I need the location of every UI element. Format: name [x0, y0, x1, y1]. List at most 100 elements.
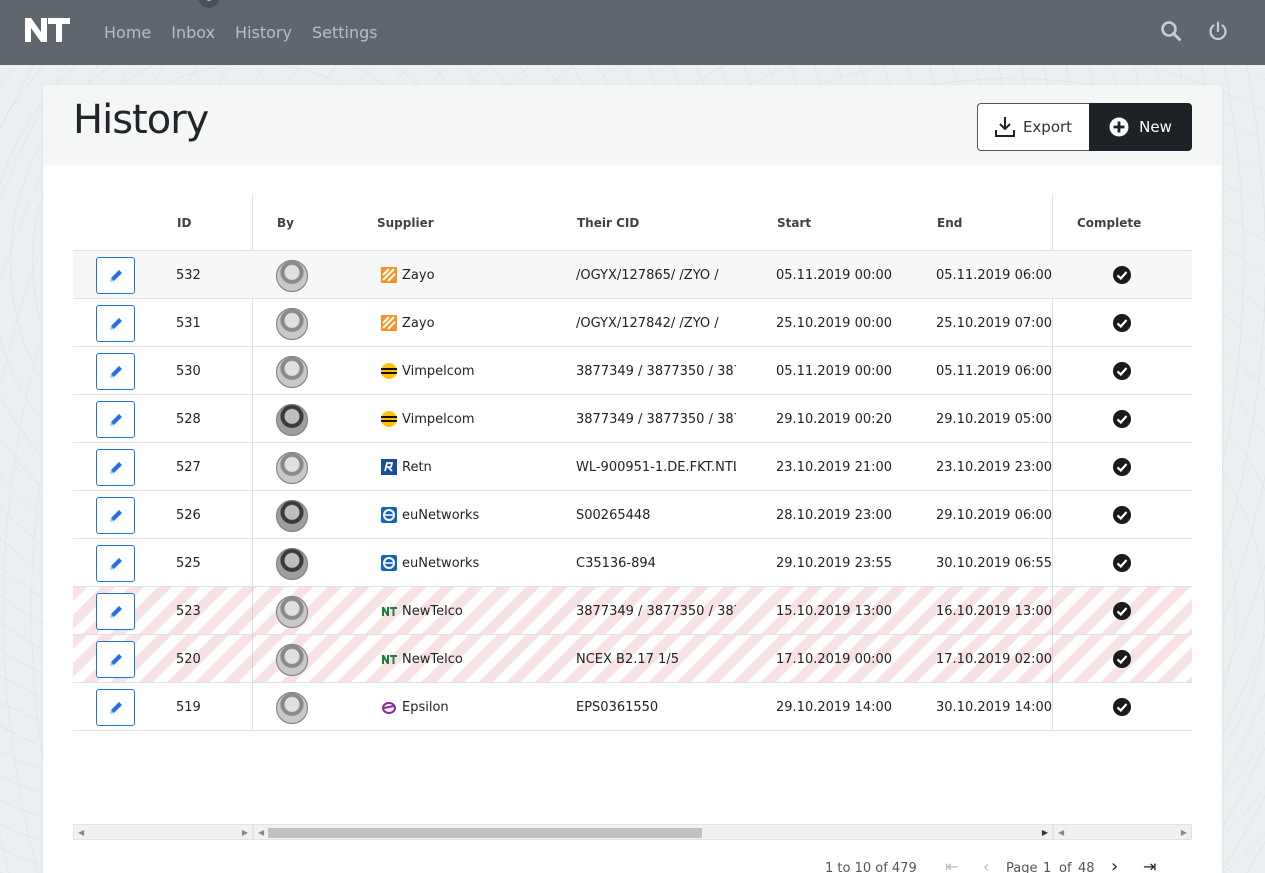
- nav-settings[interactable]: Settings: [302, 23, 388, 42]
- cell-start: 28.10.2019 23:00: [776, 507, 893, 523]
- table-row[interactable]: 525 euNetworks C35136-894 29.10.2019 23:55 3…: [73, 539, 1192, 587]
- supplier-name: Zayo: [402, 267, 435, 283]
- cell-id: 532: [176, 267, 201, 283]
- pencil-icon: [109, 413, 122, 426]
- cell-supplier: Zayo: [381, 299, 435, 347]
- supplier-name: Epsilon: [402, 699, 449, 715]
- cell-end: 17.10.2019 02:00: [936, 651, 1053, 667]
- cell-end: 05.11.2019 06:00: [936, 267, 1053, 283]
- eunetworks-logo-icon: [381, 507, 402, 523]
- cell-start: 15.10.2019 13:00: [776, 603, 893, 619]
- table-row[interactable]: 520 NewTelco NCEX B2.17 1/5 17.10.2019 00:0…: [73, 635, 1192, 683]
- pagination-summary: 1 to 10 of 479: [825, 861, 917, 873]
- pencil-icon: [109, 509, 122, 522]
- table-row[interactable]: 527 Retn WL-900951-1.DE.FKT.NTL… 23.10.2019…: [73, 443, 1192, 491]
- col-header-start[interactable]: Start: [777, 195, 811, 251]
- cell-start: 05.11.2019 00:00: [776, 267, 893, 283]
- pencil-icon: [109, 653, 122, 666]
- check-circle-icon: [1113, 362, 1131, 380]
- table-header: ID By Supplier Their CID Start End Compl…: [73, 195, 1192, 251]
- cell-supplier: Epsilon: [381, 683, 449, 731]
- cell-id: 525: [176, 555, 201, 571]
- nav-history[interactable]: History: [225, 23, 302, 42]
- table-row[interactable]: 532 Zayo/OGYX/127865/ /ZYO / 05.11.2019 00…: [73, 251, 1192, 299]
- zayo-logo-icon: [381, 315, 402, 331]
- check-circle-icon: [1113, 650, 1131, 668]
- last-page-icon[interactable]: ⇥: [1143, 857, 1156, 873]
- col-header-end[interactable]: End: [937, 195, 962, 251]
- download-icon: [994, 117, 1015, 137]
- of-label: of: [1059, 861, 1072, 873]
- edit-button[interactable]: [96, 689, 135, 726]
- pencil-icon: [109, 317, 122, 330]
- cell-supplier: NewTelco: [381, 587, 463, 635]
- user-avatar: [276, 500, 308, 532]
- cell-start: 29.10.2019 00:20: [776, 411, 893, 427]
- user-avatar: [276, 404, 308, 436]
- prev-page-icon[interactable]: ‹: [983, 857, 989, 873]
- center-scrollbar[interactable]: ◀ ▶: [253, 824, 1053, 840]
- cell-end: 30.10.2019 14:00: [936, 699, 1053, 715]
- edit-button[interactable]: [96, 353, 135, 390]
- edit-button[interactable]: [96, 305, 135, 342]
- cell-id: 519: [176, 699, 201, 715]
- pencil-icon: [109, 365, 122, 378]
- nav-home[interactable]: Home: [94, 23, 161, 42]
- search-icon[interactable]: [1160, 20, 1182, 42]
- cell-their-cid: /OGYX/127865/ /ZYO /: [576, 267, 719, 283]
- col-header-their-cid[interactable]: Their CID: [577, 195, 639, 251]
- user-avatar: [276, 260, 308, 292]
- cell-supplier: Retn: [381, 443, 432, 491]
- user-avatar: [276, 452, 308, 484]
- table-row[interactable]: 523 NewTelco 3877349 / 3877350 / 387… 15.10…: [73, 587, 1192, 635]
- edit-button[interactable]: [96, 449, 135, 486]
- next-page-icon[interactable]: ›: [1111, 856, 1118, 873]
- edit-button[interactable]: [96, 545, 135, 582]
- table-row[interactable]: 530 Vimpelcom 3877349 / 3877350 / 387… 05.1…: [73, 347, 1192, 395]
- cell-their-cid: 3877349 / 3877350 / 387…: [576, 363, 736, 379]
- export-button[interactable]: Export: [977, 103, 1090, 151]
- check-circle-icon: [1113, 698, 1131, 716]
- col-header-id[interactable]: ID: [177, 195, 191, 251]
- epsilon-logo-icon: [381, 699, 402, 715]
- retn-logo-icon: [381, 459, 402, 475]
- check-circle-icon: [1113, 266, 1131, 284]
- cell-supplier: Vimpelcom: [381, 395, 475, 443]
- edit-button[interactable]: [96, 593, 135, 630]
- nav-inbox[interactable]: Inbox: [161, 23, 225, 42]
- cell-their-cid: /OGYX/127842/ /ZYO /: [576, 315, 719, 331]
- cell-start: 25.10.2019 00:00: [776, 315, 893, 331]
- table-row[interactable]: 519 Epsilon EPS0361550 29.10.2019 14:00 30.1…: [73, 683, 1192, 731]
- user-avatar: [276, 692, 308, 724]
- col-header-supplier[interactable]: Supplier: [377, 195, 434, 251]
- table-row[interactable]: 528 Vimpelcom 3877349 / 3877350 / 387… 29.1…: [73, 395, 1192, 443]
- cell-supplier: euNetworks: [381, 491, 479, 539]
- card-header: History Export New: [43, 85, 1222, 165]
- nt-logo[interactable]: [23, 16, 71, 44]
- user-avatar: [276, 356, 308, 388]
- cell-their-cid: EPS0361550: [576, 699, 659, 715]
- cell-their-cid: C35136-894: [576, 555, 656, 571]
- power-icon[interactable]: [1207, 20, 1229, 42]
- page-title: History: [73, 97, 209, 143]
- cell-start: 29.10.2019 23:55: [776, 555, 893, 571]
- first-page-icon[interactable]: ⇤: [945, 857, 958, 873]
- total-pages: 48: [1078, 861, 1095, 873]
- new-button[interactable]: New: [1089, 103, 1192, 151]
- edit-button[interactable]: [96, 497, 135, 534]
- table-row[interactable]: 531 Zayo/OGYX/127842/ /ZYO / 25.10.2019 00…: [73, 299, 1192, 347]
- current-page: 1: [1043, 861, 1052, 873]
- edit-button[interactable]: [96, 641, 135, 678]
- edit-button[interactable]: [96, 257, 135, 294]
- scrollbar-thumb[interactable]: [268, 828, 702, 838]
- user-avatar: [276, 596, 308, 628]
- right-pinned-scrollbar[interactable]: ◀ ▶: [1053, 824, 1192, 840]
- col-header-by[interactable]: By: [277, 195, 294, 251]
- col-header-complete[interactable]: Complete: [1077, 195, 1141, 251]
- cell-end: 29.10.2019 06:00: [936, 507, 1053, 523]
- page-label: Page: [1006, 861, 1038, 873]
- left-pinned-scrollbar[interactable]: ◀ ▶: [73, 824, 253, 840]
- top-navbar: Home Inbox History Settings 0: [0, 0, 1265, 65]
- table-row[interactable]: 526 euNetworks S00265448 28.10.2019 23:00 29…: [73, 491, 1192, 539]
- edit-button[interactable]: [96, 401, 135, 438]
